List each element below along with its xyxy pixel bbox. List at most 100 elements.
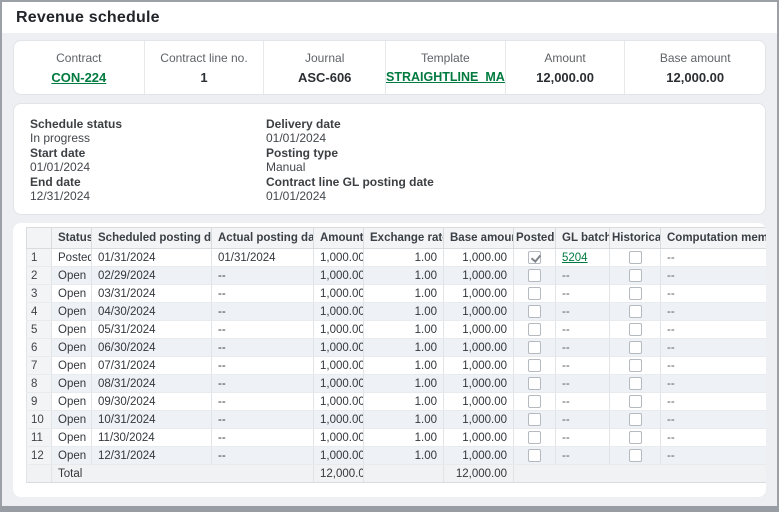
scheduled-posting-date-cell: 12/31/2024	[92, 447, 212, 465]
gl-batch-link[interactable]: 5204	[562, 252, 588, 264]
posted-cell	[514, 447, 556, 465]
column-header-base-amount: Base amount	[444, 228, 514, 249]
gl-batch-cell: --	[556, 447, 610, 465]
table-row: 11 Open 11/30/2024 -- 1,000.00 1.00 1,00…	[27, 429, 767, 447]
gl-batch-cell: --	[556, 321, 610, 339]
scheduled-posting-date-cell: 05/31/2024	[92, 321, 212, 339]
start-date-value: 01/01/2024	[30, 160, 266, 174]
posted-cell	[514, 339, 556, 357]
gl-batch-cell: --	[556, 411, 610, 429]
posted-cell	[514, 411, 556, 429]
schedule-table: StatusScheduled posting dateActual posti…	[26, 227, 766, 483]
title-bar: Revenue schedule	[2, 2, 777, 33]
historical-checkbox[interactable]	[629, 251, 642, 264]
posted-checkbox[interactable]	[528, 431, 541, 444]
historical-checkbox[interactable]	[629, 395, 642, 408]
gl-batch-cell: --	[556, 285, 610, 303]
status-cell: Open	[52, 321, 92, 339]
exchange-rate-cell: 1.00	[364, 249, 444, 267]
historical-checkbox[interactable]	[629, 359, 642, 372]
historical-checkbox[interactable]	[629, 287, 642, 300]
actual-posting-date-cell: --	[212, 447, 314, 465]
posted-checkbox[interactable]	[528, 323, 541, 336]
contract-link[interactable]: CON-224	[51, 70, 106, 85]
amount-cell: 1,000.00	[314, 375, 364, 393]
table-row: 8 Open 08/31/2024 -- 1,000.00 1.00 1,000…	[27, 375, 767, 393]
exchange-rate-cell: 1.00	[364, 447, 444, 465]
delivery-date-value: 01/01/2024	[266, 131, 749, 145]
summary-field-template: Template STRAIGHTLINE_MANUAL	[386, 41, 506, 94]
posted-checkbox[interactable]	[528, 269, 541, 282]
row-number-cell: 7	[27, 357, 52, 375]
amount-label: Amount	[544, 51, 585, 65]
column-header-row-number	[27, 228, 52, 249]
historical-checkbox[interactable]	[629, 449, 642, 462]
base-amount-cell: 1,000.00	[444, 249, 514, 267]
contract-line-no-label: Contract line no.	[160, 51, 247, 65]
posted-checkbox[interactable]	[528, 449, 541, 462]
historical-cell	[610, 339, 661, 357]
posting-type-field: Posting type Manual	[266, 146, 749, 174]
historical-checkbox[interactable]	[629, 269, 642, 282]
end-date-label: End date	[30, 175, 266, 189]
amount-value: 12,000.00	[536, 70, 594, 85]
posted-cell	[514, 357, 556, 375]
historical-checkbox[interactable]	[629, 305, 642, 318]
historical-checkbox[interactable]	[629, 377, 642, 390]
posted-cell	[514, 375, 556, 393]
computation-memo-cell: --	[661, 411, 767, 429]
historical-checkbox[interactable]	[629, 341, 642, 354]
status-cell: Open	[52, 393, 92, 411]
posted-checkbox[interactable]	[528, 413, 541, 426]
journal-label: Journal	[305, 51, 344, 65]
total-label: Total	[52, 465, 314, 483]
exchange-rate-cell: 1.00	[364, 339, 444, 357]
posted-cell	[514, 321, 556, 339]
gl-batch-cell: --	[556, 393, 610, 411]
posted-cell	[514, 249, 556, 267]
posted-cell	[514, 285, 556, 303]
posted-checkbox[interactable]	[528, 341, 541, 354]
status-cell: Open	[52, 339, 92, 357]
schedule-status-field: Schedule status In progress	[30, 117, 266, 145]
table-row: 3 Open 03/31/2024 -- 1,000.00 1.00 1,000…	[27, 285, 767, 303]
journal-value: ASC-606	[298, 70, 351, 85]
exchange-rate-cell: 1.00	[364, 375, 444, 393]
amount-cell: 1,000.00	[314, 411, 364, 429]
table-row: 1 Posted 01/31/2024 01/31/2024 1,000.00 …	[27, 249, 767, 267]
historical-cell	[610, 303, 661, 321]
row-number-cell: 5	[27, 321, 52, 339]
row-number-cell: 6	[27, 339, 52, 357]
historical-cell	[610, 267, 661, 285]
table-row: 7 Open 07/31/2024 -- 1,000.00 1.00 1,000…	[27, 357, 767, 375]
exchange-rate-cell: 1.00	[364, 429, 444, 447]
posted-checkbox[interactable]	[528, 287, 541, 300]
base-amount-cell: 1,000.00	[444, 393, 514, 411]
schedule-status-label: Schedule status	[30, 117, 266, 131]
row-number-cell: 9	[27, 393, 52, 411]
historical-checkbox[interactable]	[629, 413, 642, 426]
actual-posting-date-cell: --	[212, 339, 314, 357]
base-amount-value: 12,000.00	[666, 70, 724, 85]
summary-field-contract-line-no: Contract line no. 1	[145, 41, 265, 94]
posted-checkbox[interactable]	[528, 305, 541, 318]
historical-checkbox[interactable]	[629, 431, 642, 444]
posted-cell	[514, 393, 556, 411]
posted-checkbox[interactable]	[528, 251, 541, 264]
computation-memo-cell: --	[661, 267, 767, 285]
template-link[interactable]: STRAIGHTLINE_MANUAL	[386, 70, 505, 84]
contract-line-gl-posting-date-value: 01/01/2024	[266, 189, 749, 203]
historical-cell	[610, 411, 661, 429]
gl-batch-cell: --	[556, 357, 610, 375]
status-cell: Open	[52, 429, 92, 447]
status-cell: Open	[52, 303, 92, 321]
column-header-status: Status	[52, 228, 92, 249]
posted-checkbox[interactable]	[528, 395, 541, 408]
historical-checkbox[interactable]	[629, 323, 642, 336]
gl-batch-cell: --	[556, 429, 610, 447]
posted-checkbox[interactable]	[528, 377, 541, 390]
historical-cell	[610, 375, 661, 393]
posted-checkbox[interactable]	[528, 359, 541, 372]
actual-posting-date-cell: 01/31/2024	[212, 249, 314, 267]
posting-type-label: Posting type	[266, 146, 749, 160]
